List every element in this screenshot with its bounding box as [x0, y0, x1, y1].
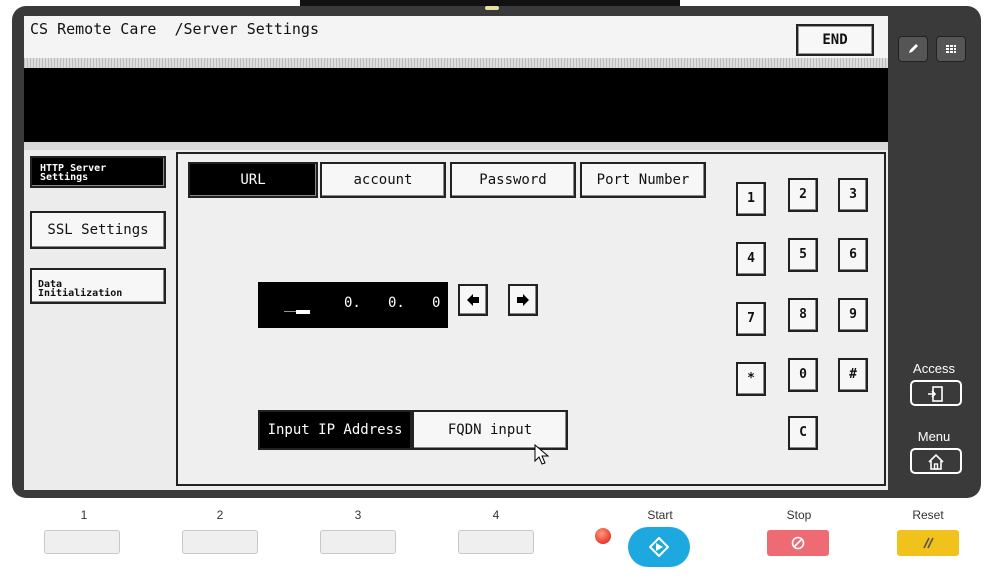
tab-password[interactable]: Password: [450, 162, 576, 198]
reset-button[interactable]: [897, 530, 959, 556]
arrow-right-icon: [517, 294, 529, 306]
pen-button[interactable]: [898, 36, 928, 62]
access-label: Access: [913, 361, 955, 376]
hw-label-4: 4: [492, 508, 500, 522]
title-bar: CS Remote Care /Server Settings END: [24, 16, 888, 58]
start-button[interactable]: [628, 527, 690, 567]
register-button-2[interactable]: [182, 530, 258, 554]
stop-button[interactable]: [767, 530, 829, 556]
ip-octet-4: 0: [432, 295, 441, 311]
start-icon: [648, 536, 670, 558]
keypad-2[interactable]: 2: [788, 178, 818, 212]
keypad-1[interactable]: 1: [736, 182, 766, 216]
menu-button[interactable]: [910, 448, 962, 474]
home-icon: [928, 453, 944, 470]
ip-octet-3: 0.: [388, 295, 405, 311]
pen-icon: [909, 44, 918, 53]
side-tab-ssl-settings[interactable]: SSL Settings: [30, 211, 166, 249]
reset-icon: [923, 537, 934, 549]
ip-address-display[interactable]: ___ 0. 0. 0: [258, 282, 448, 328]
stop-icon: [791, 536, 805, 550]
keypad-8[interactable]: 8: [788, 298, 818, 332]
page-title: CS Remote Care /Server Settings: [30, 20, 319, 38]
access-button[interactable]: [910, 380, 962, 406]
side-tab-http-server-settings[interactable]: HTTP Server Settings: [30, 156, 166, 188]
stop-label: Stop: [786, 508, 812, 522]
grid-icon: [946, 45, 956, 53]
arrow-left-icon: [467, 294, 479, 306]
section-divider: [24, 142, 888, 150]
keypad-6[interactable]: 6: [838, 238, 868, 272]
settings-panel: URL account Password Port Number ___ 0. …: [176, 152, 886, 486]
right-side-panel: Access Menu: [892, 16, 976, 490]
keypad-toggle-button[interactable]: [936, 36, 966, 62]
input-cursor: [296, 310, 310, 314]
hw-label-1: 1: [80, 508, 88, 522]
register-button-1[interactable]: [44, 530, 120, 554]
status-led: [595, 528, 611, 544]
mouse-pointer-icon: [534, 444, 550, 465]
title-divider: [24, 58, 888, 68]
cursor-right-button[interactable]: [508, 284, 538, 316]
tab-account[interactable]: account: [320, 162, 446, 198]
keypad-5[interactable]: 5: [788, 238, 818, 272]
ip-octet-2: 0.: [344, 295, 361, 311]
keypad-7[interactable]: 7: [736, 302, 766, 336]
register-button-3[interactable]: [320, 530, 396, 554]
keypad-clear[interactable]: C: [788, 416, 818, 450]
keypad-star[interactable]: *: [736, 362, 766, 396]
hw-label-2: 2: [216, 508, 224, 522]
hw-label-3: 3: [354, 508, 362, 522]
keypad-3[interactable]: 3: [838, 178, 868, 212]
reset-label: Reset: [912, 508, 944, 522]
touch-screen: CS Remote Care /Server Settings END HTTP…: [24, 16, 888, 490]
message-area: [24, 68, 888, 142]
camera-dot: [485, 6, 499, 10]
side-tab-data-initialization[interactable]: Data Initialization: [30, 268, 166, 304]
keypad-0[interactable]: 0: [788, 358, 818, 392]
cursor-left-button[interactable]: [458, 284, 488, 316]
access-icon: [928, 386, 943, 402]
start-label: Start: [647, 508, 673, 522]
tab-port-number[interactable]: Port Number: [580, 162, 706, 198]
end-button[interactable]: END: [796, 24, 874, 56]
keypad-4[interactable]: 4: [736, 242, 766, 276]
keypad-hash[interactable]: #: [838, 358, 868, 392]
register-button-4[interactable]: [458, 530, 534, 554]
side-tab-label-line2: Initialization: [38, 288, 123, 299]
tab-url[interactable]: URL: [188, 162, 318, 198]
device-frame: CS Remote Care /Server Settings END HTTP…: [0, 0, 991, 578]
menu-label: Menu: [917, 429, 951, 444]
keypad-9[interactable]: 9: [838, 298, 868, 332]
side-tab-label-line2: Settings: [40, 172, 89, 183]
input-ip-address-button[interactable]: Input IP Address: [258, 410, 412, 450]
